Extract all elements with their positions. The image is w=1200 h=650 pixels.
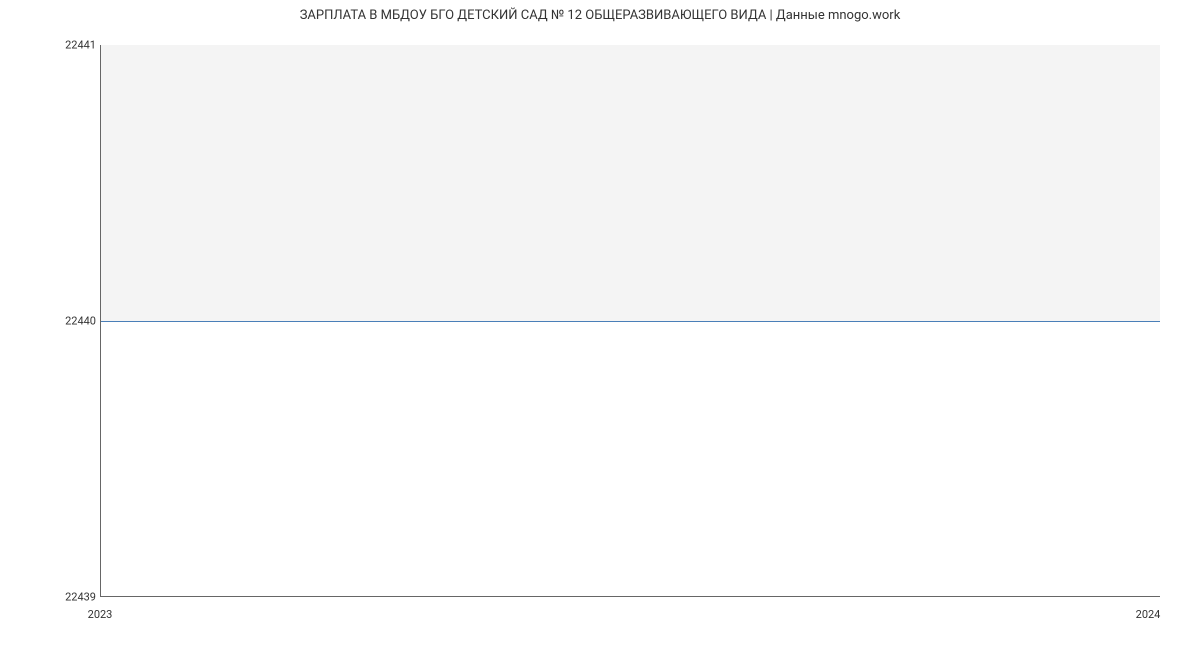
y-axis-tick-label: 22441 [65, 39, 96, 52]
chart-container: ЗАРПЛАТА В МБДОУ БГО ДЕТСКИЙ САД № 12 ОБ… [0, 0, 1200, 650]
y-axis-tick-label: 22440 [65, 315, 96, 328]
x-axis-tick-label: 2024 [1136, 608, 1161, 621]
area-fill [101, 45, 1160, 321]
y-axis-tick-label: 22439 [65, 591, 96, 604]
x-axis-tick-label: 2023 [88, 608, 113, 621]
plot-area [100, 45, 1160, 597]
data-line [101, 321, 1160, 322]
chart-title: ЗАРПЛАТА В МБДОУ БГО ДЕТСКИЙ САД № 12 ОБ… [0, 8, 1200, 23]
